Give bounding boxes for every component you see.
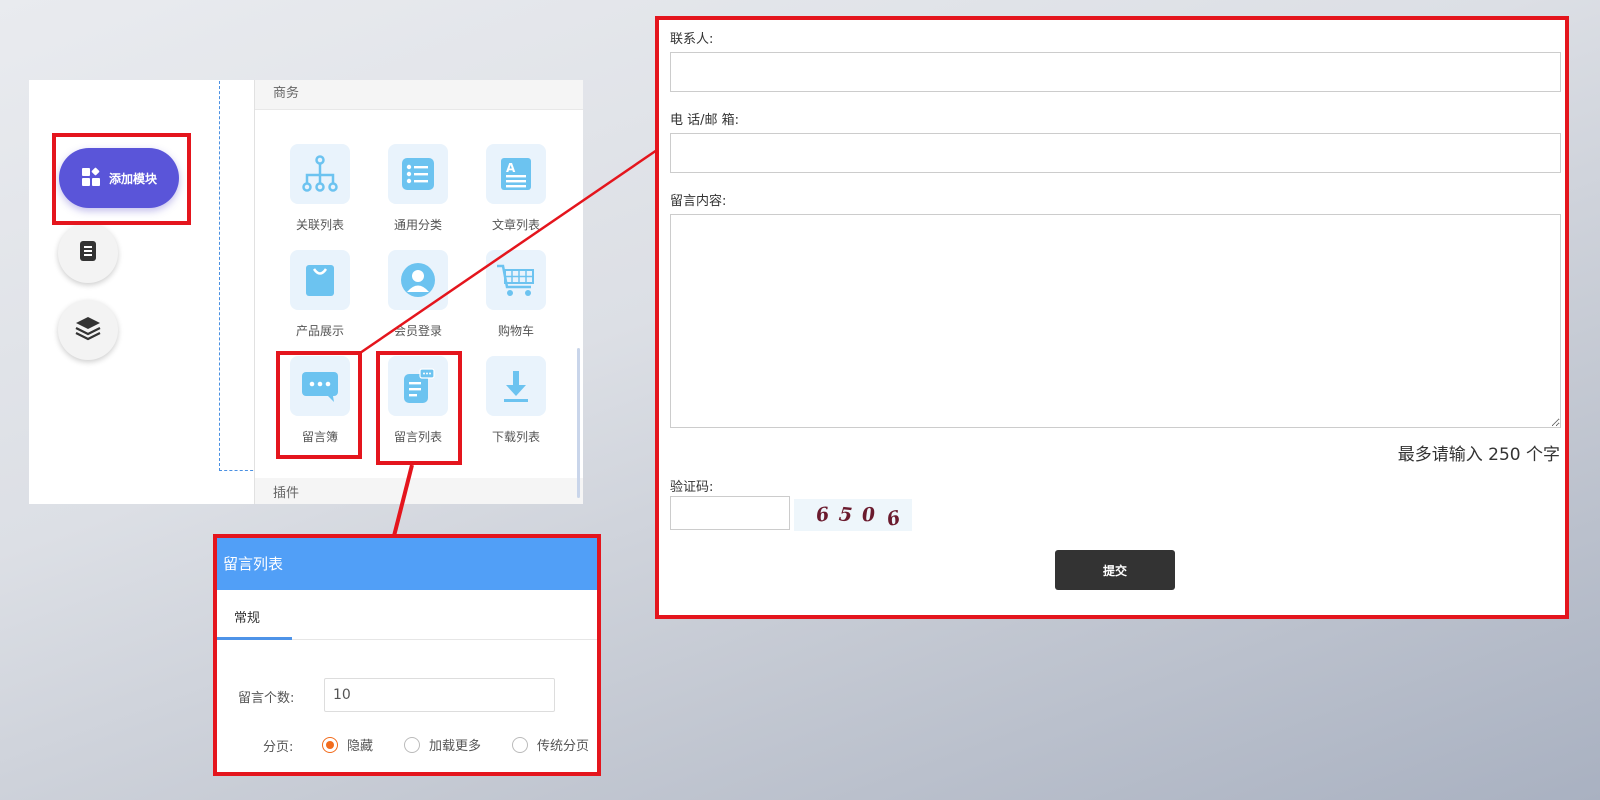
module-tile-guestbook[interactable]: 留言簿 — [270, 356, 370, 456]
library-scrollbar[interactable] — [577, 348, 580, 498]
layers-button[interactable] — [58, 300, 118, 360]
captcha-input[interactable] — [670, 496, 790, 530]
module-tile-related-list[interactable]: 关联列表 — [270, 144, 370, 244]
cart-icon — [486, 250, 546, 310]
chat-bubble-icon — [290, 356, 350, 416]
radio-label: 隐藏 — [347, 739, 374, 754]
module-tile-product-display[interactable]: 产品展示 — [270, 250, 370, 350]
captcha-image[interactable]: 6 5 0 6 — [794, 499, 912, 531]
module-label: 通用分类 — [393, 218, 442, 232]
settings-panel-title: 留言列表 — [217, 537, 597, 590]
svg-text:A: A — [506, 161, 516, 175]
radio-label: 传统分页 — [537, 739, 590, 754]
captcha-label: 验证码: — [670, 480, 714, 495]
content-textarea[interactable] — [670, 214, 1561, 428]
module-label: 下载列表 — [491, 430, 540, 444]
pagination-label: 分页: — [263, 740, 294, 755]
section-header-business: 商务 — [255, 80, 583, 110]
radio-label: 加载更多 — [429, 739, 482, 754]
pages-button[interactable] — [58, 223, 118, 283]
editor-panel: ( ( 添加模块 — [29, 80, 583, 504]
captcha-char: 5 — [838, 503, 854, 527]
article-icon: A — [486, 144, 546, 204]
module-tile-article-list[interactable]: A 文章列表 — [466, 144, 566, 244]
add-module-label: 添加模块 — [108, 171, 157, 186]
contact-input[interactable] — [670, 52, 1561, 92]
module-label: 留言簿 — [301, 430, 338, 444]
module-tile-general-category[interactable]: 通用分类 — [368, 144, 468, 244]
tab-general[interactable]: 常规 — [217, 590, 292, 640]
list-icon — [388, 144, 448, 204]
char-limit-text: 最多请输入 250 个字 — [1397, 445, 1560, 465]
add-module-icon — [81, 167, 101, 190]
pagination-option-load-more[interactable]: 加载更多 — [404, 735, 481, 754]
module-label: 留言列表 — [393, 430, 442, 444]
captcha-char: 0 — [861, 503, 877, 527]
captcha-char: 6 — [814, 503, 831, 527]
phone-email-input[interactable] — [670, 133, 1561, 173]
phone-email-label: 电 话/邮 箱: — [670, 113, 740, 128]
shopping-bag-icon — [290, 250, 350, 310]
pagination-option-hidden[interactable]: 隐藏 — [322, 735, 373, 754]
submit-button[interactable]: 提交 — [1055, 550, 1175, 590]
guestbook-form: 联系人: 电 话/邮 箱: 留言内容: 最多请输入 250 个字 验证码: 6 … — [658, 20, 1566, 616]
section-header-plugins: 插件 — [255, 478, 583, 504]
module-label: 文章列表 — [491, 218, 540, 232]
radio-unchecked-icon — [404, 736, 420, 753]
document-icon — [78, 240, 98, 266]
message-count-label: 留言个数: — [238, 691, 295, 706]
contact-label: 联系人: — [670, 32, 714, 47]
module-library: 商务 关联列表 通用分类 A 文章列表 产品展示 会员登录 购物车 留言簿 留言… — [254, 80, 583, 504]
module-label: 关联列表 — [295, 218, 344, 232]
message-count-input[interactable] — [324, 678, 555, 712]
message-list-icon — [388, 356, 448, 416]
module-tile-shopping-cart[interactable]: 购物车 — [466, 250, 566, 350]
module-label: 购物车 — [497, 324, 534, 338]
message-list-settings-panel: 留言列表 常规 留言个数: 分页: 隐藏 加载更多 传统分页 — [217, 537, 597, 773]
radio-unchecked-icon — [512, 736, 528, 753]
module-tile-message-list[interactable]: 留言列表 — [368, 356, 468, 456]
captcha-char: 6 — [884, 506, 903, 531]
module-label: 产品展示 — [295, 324, 344, 338]
download-icon — [486, 356, 546, 416]
module-tile-member-login[interactable]: 会员登录 — [368, 250, 468, 350]
add-module-button[interactable]: 添加模块 — [59, 148, 179, 208]
settings-tabbar: 常规 — [217, 590, 597, 640]
user-icon — [388, 250, 448, 310]
pagination-option-traditional[interactable]: 传统分页 — [512, 735, 589, 754]
module-tile-download-list[interactable]: 下载列表 — [466, 356, 566, 456]
content-label: 留言内容: — [670, 194, 727, 209]
radio-checked-icon — [322, 736, 338, 753]
hierarchy-icon — [290, 144, 350, 204]
layers-icon — [74, 315, 102, 345]
module-label: 会员登录 — [393, 324, 442, 338]
